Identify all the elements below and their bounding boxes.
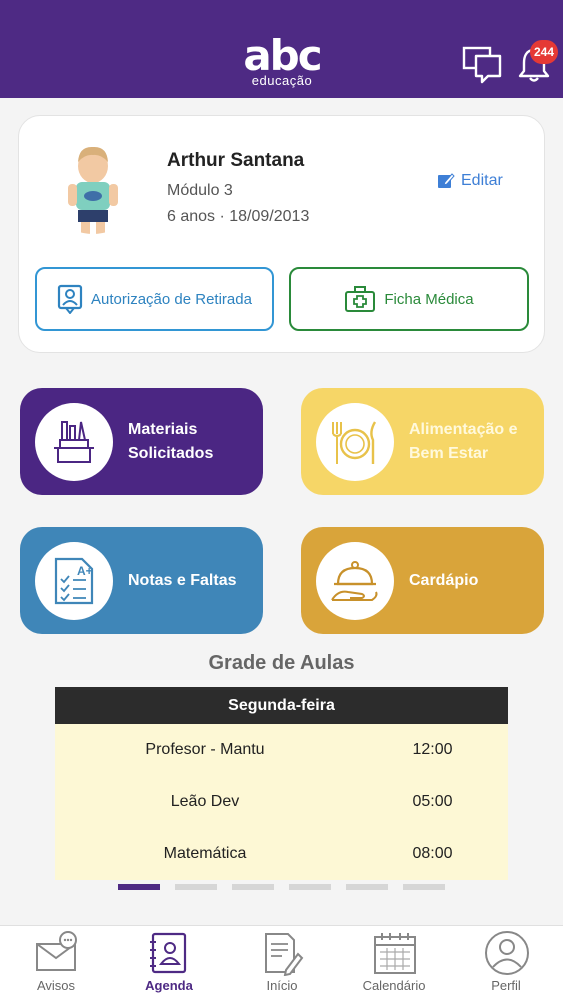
food-wellbeing-label: Alimentação e Bem Estar [409, 418, 517, 466]
nav-label: Calendário [362, 978, 426, 993]
nav-item-perfil[interactable]: Perfil [461, 926, 551, 1000]
abc-logo: abc educação [236, 31, 328, 92]
page-dot[interactable] [232, 884, 274, 890]
tile-label-line: Materiais [128, 420, 198, 438]
schedule-day-header: Segunda-feira [55, 687, 508, 724]
schedule-subject: Profesor - Mantu [145, 741, 265, 758]
page-dot[interactable] [403, 884, 445, 890]
nav-item-inicio[interactable]: Início [237, 926, 327, 1000]
class-schedule-table[interactable]: Segunda-feira Profesor - Mantu 12:00 Leã… [55, 687, 508, 880]
nav-label: Agenda [145, 978, 193, 993]
edit-label: Editar [461, 172, 503, 189]
class-schedule-title: Grade de Aulas [208, 652, 355, 674]
grades-absences-label: Notas e Faltas [128, 571, 237, 589]
grades-checklist-icon: A+ [54, 557, 94, 604]
serving-cloche-icon [331, 560, 378, 601]
desk-supplies-icon [54, 420, 94, 463]
schedule-subject: Leão Dev [170, 793, 240, 810]
svg-text:A+: A+ [77, 564, 93, 578]
schedule-time: 08:00 [412, 845, 453, 862]
medical-record-label: Ficha Médica [384, 290, 474, 308]
food-wellbeing-tile[interactable]: Alimentação e Bem Estar [301, 388, 544, 495]
mail-chat-icon [36, 931, 77, 971]
requested-materials-tile[interactable]: Materiais Solicitados [20, 388, 263, 495]
edit-pencil-icon [438, 173, 455, 188]
messages-icon[interactable] [462, 44, 504, 84]
plate-cutlery-icon [332, 420, 377, 464]
schedule-row: Profesor - Mantu 12:00 [55, 724, 508, 776]
tile-icon-circle [35, 402, 113, 481]
student-avatar[interactable] [43, 134, 143, 234]
calendar-icon [374, 933, 416, 974]
student-module: Módulo 3 [167, 182, 233, 199]
schedule-time: 05:00 [412, 793, 453, 810]
student-profile-card: Arthur Santana Módulo 3 6 anos · 18/09/2… [18, 115, 545, 353]
pickup-authorization-button[interactable]: Autorização de Retirada [35, 267, 274, 331]
edit-profile-button[interactable]: Editar [437, 172, 503, 190]
tile-label-line: Solicitados [128, 444, 214, 462]
schedule-row: Leão Dev 05:00 [55, 776, 508, 828]
page-dot[interactable] [175, 884, 217, 890]
nav-item-avisos[interactable]: Avisos [11, 926, 101, 1000]
user-circle-icon [485, 931, 529, 975]
child-photo-icon [68, 146, 118, 234]
schedule-time: 12:00 [412, 741, 453, 758]
bottom-navigation: Avisos Agenda Início Calendário Perfil [0, 925, 563, 1000]
schedule-subject: Matemática [163, 845, 247, 862]
nav-label: Perfil [491, 978, 521, 993]
document-pencil-icon [265, 933, 304, 976]
nav-label: Avisos [36, 978, 76, 993]
page-dot[interactable] [346, 884, 388, 890]
student-name: Arthur Santana [167, 150, 305, 171]
tile-icon-circle [316, 402, 394, 481]
grades-absences-tile[interactable]: A+ Notas e Faltas [20, 527, 263, 634]
nav-item-calendario[interactable]: Calendário [349, 926, 439, 1000]
logo-main-text: abc [243, 31, 322, 80]
pickup-authorization-label: Autorização de Retirada [91, 290, 252, 308]
requested-materials-label: Materiais Solicitados [128, 418, 213, 466]
app-header: abc educação 244 [0, 0, 563, 98]
nav-item-agenda[interactable]: Agenda [124, 926, 214, 1000]
tile-label-line: Bem Estar [409, 444, 489, 462]
menu-tile[interactable]: Cardápio [301, 527, 544, 634]
schedule-row: Matemática 08:00 [55, 828, 508, 880]
schedule-page-indicator [118, 884, 448, 890]
tile-icon-circle [316, 541, 394, 620]
schedule-body: Profesor - Mantu 12:00 Leão Dev 05:00 Ma… [55, 724, 508, 880]
notification-count-badge: 244 [530, 40, 558, 64]
tile-label-line: Alimentação e [409, 420, 518, 438]
page-dot[interactable] [289, 884, 331, 890]
agenda-icon [150, 932, 187, 974]
page-dot[interactable] [118, 884, 160, 890]
tile-icon-circle: A+ [35, 541, 113, 620]
id-badge-icon [57, 284, 83, 314]
medical-kit-icon [345, 286, 376, 312]
student-age-birthdate: 6 anos · 18/09/2013 [167, 208, 310, 225]
menu-label: Cardápio [409, 571, 479, 589]
medical-record-button[interactable]: Ficha Médica [289, 267, 529, 331]
nav-label: Início [266, 978, 298, 993]
